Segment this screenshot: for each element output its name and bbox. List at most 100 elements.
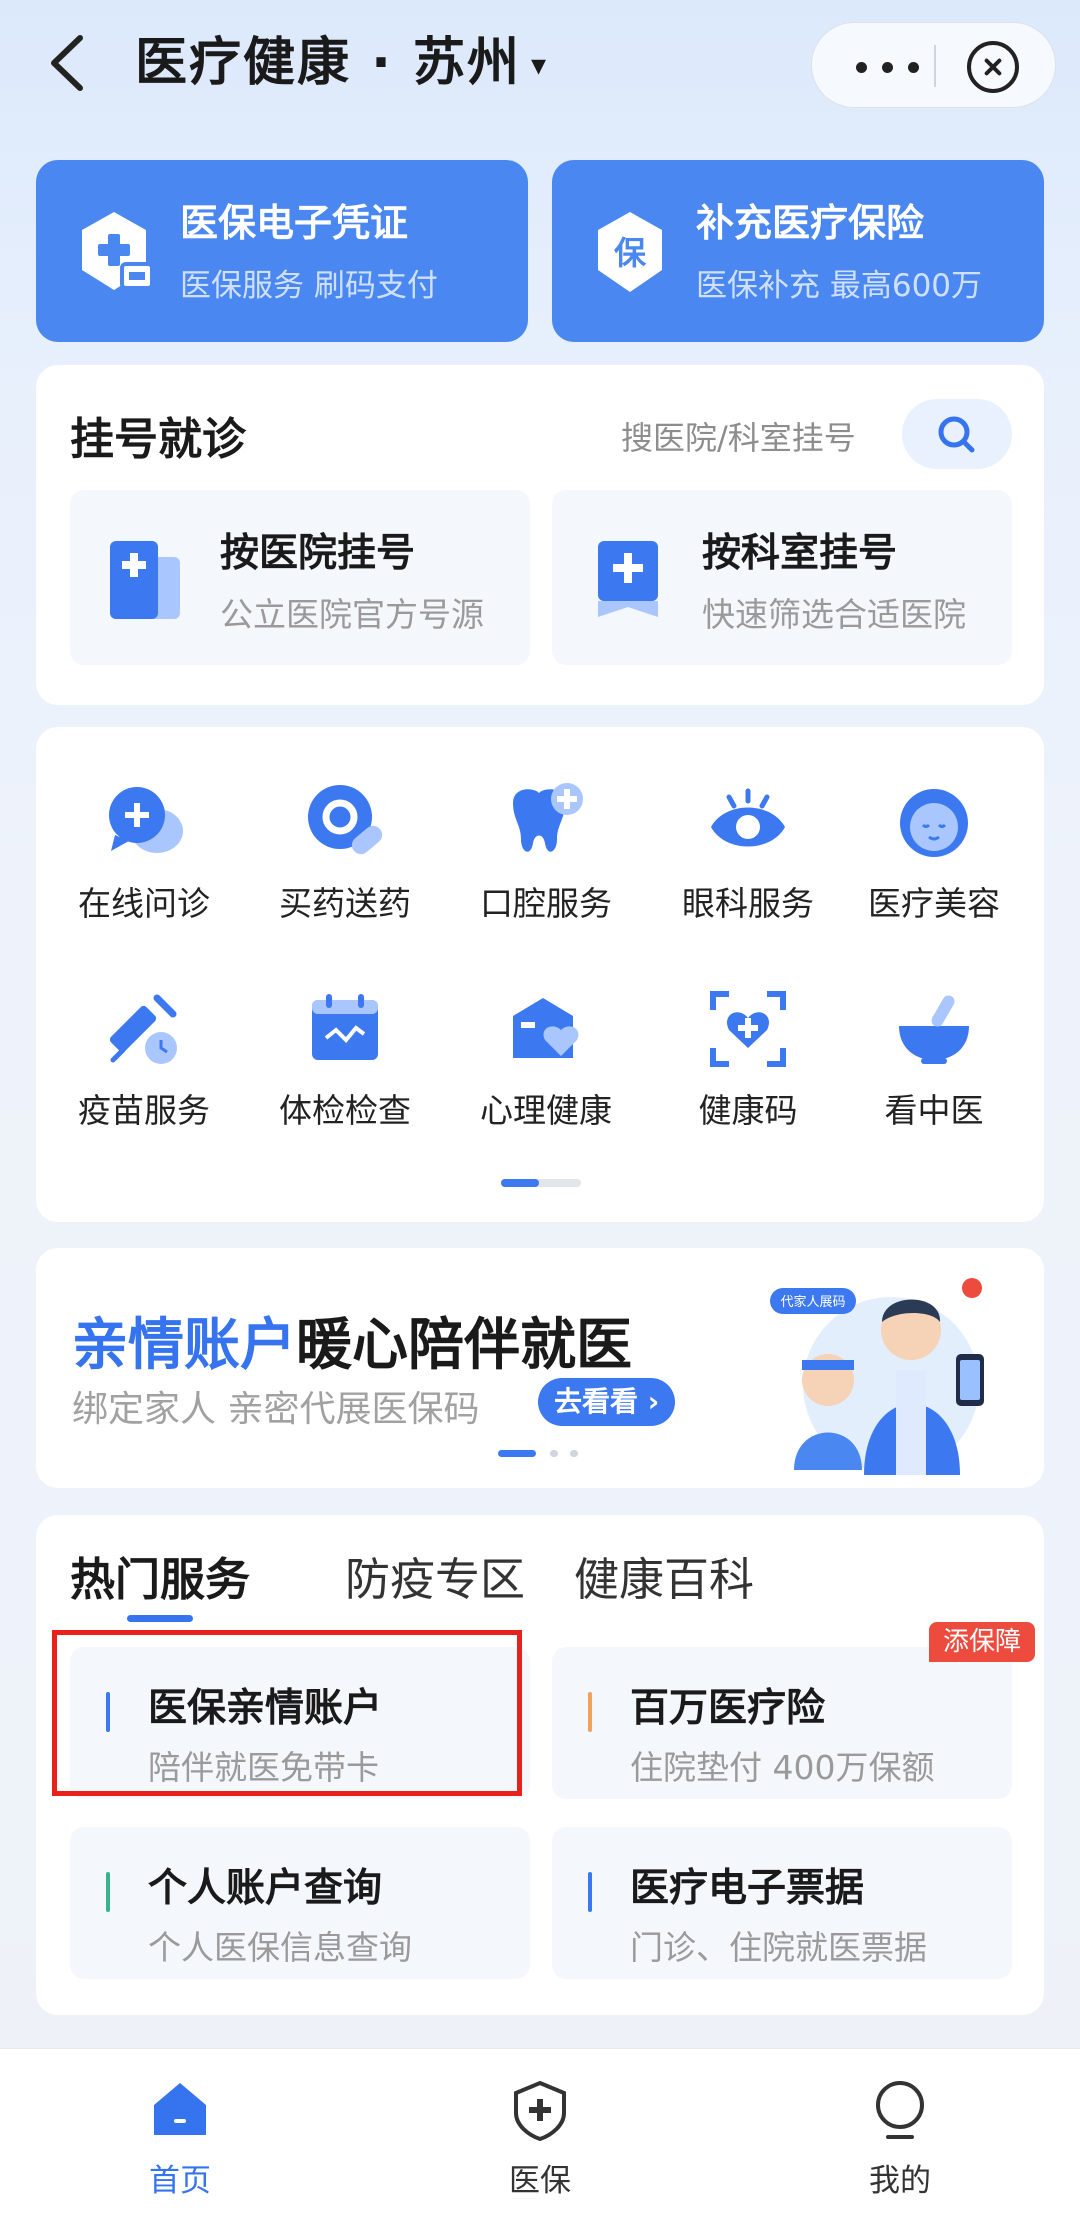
family-illustration: 代家人展码 [770, 1278, 984, 1475]
tab-label: 首页 [149, 2163, 211, 2199]
tab-epidemic-zone[interactable]: 防疫专区 [345, 1543, 525, 1608]
highlight-box [52, 1630, 522, 1796]
capsule-divider [934, 45, 936, 87]
hospital-icon [110, 541, 180, 619]
city-dropdown-caret-icon[interactable]: ▾ [531, 48, 548, 83]
promo-supplementary-insurance[interactable]: 保 补充医疗保险 医保补充 最高600万 [552, 160, 1044, 342]
home-icon [154, 2083, 206, 2135]
hot-item-title: 百万医疗险 [630, 1686, 826, 1731]
registration-search-placeholder[interactable]: 搜医院/科室挂号 [621, 413, 856, 459]
hot-item-title: 医疗电子票据 [630, 1866, 865, 1911]
banner-go-label: 去看看 [554, 1385, 639, 1418]
hot-item-million-medical-insurance[interactable]: 百万医疗险 住院垫付 400万保额 [552, 1647, 1012, 1799]
service-label: 疫苗服务 [78, 1091, 210, 1130]
service-label: 健康码 [698, 1091, 798, 1130]
page-title[interactable]: 医疗健康 · 苏州 ▾ [135, 28, 548, 101]
vaccine-icon [109, 994, 177, 1064]
mini-program-capsule [811, 22, 1056, 108]
registration-title: 挂号就诊 [70, 414, 246, 465]
medicine-icon [308, 785, 383, 855]
banner-title-rest: 暖心陪伴就医 [296, 1313, 632, 1378]
accent-bar [588, 1872, 592, 1912]
tab-medical-insurance[interactable]: 医保 [440, 2079, 640, 2209]
banner-page-indicator [498, 1450, 598, 1458]
back-arrow-icon[interactable] [40, 28, 100, 98]
accent-bar [106, 1872, 110, 1912]
register-by-hospital[interactable]: 按医院挂号 公立医院官方号源 [70, 490, 530, 665]
service-label: 体检检查 [279, 1091, 411, 1130]
service-label: 口腔服务 [480, 884, 612, 923]
service-physical-exam[interactable]: 体检检查 [255, 954, 435, 1134]
banner-title-highlight: 亲情账户 [72, 1313, 296, 1378]
shield-plus-icon [514, 2080, 566, 2141]
add-coverage-badge: 添保障 [929, 1622, 1036, 1662]
register-by-department-title: 按科室挂号 [702, 531, 898, 576]
tab-hot-services[interactable]: 热门服务 [70, 1543, 250, 1608]
illustration-tag-text: 代家人展码 [780, 1294, 845, 1310]
register-by-department[interactable]: 按科室挂号 快速筛选合适医院 [552, 490, 1012, 665]
chat-consult-icon [109, 787, 183, 853]
service-label: 买药送药 [279, 884, 411, 923]
top-bar: 医疗健康 · 苏州 ▾ [0, 0, 1080, 135]
bottom-tab-bar: 首页 医保 我的 [0, 2048, 1080, 2231]
search-button[interactable] [902, 399, 1012, 469]
service-buy-medicine[interactable]: 买药送药 [255, 747, 435, 927]
family-account-banner[interactable]: 亲情账户暖心陪伴就医 绑定家人 亲密代展医保码 去看看 › 代家人展码 [36, 1248, 1044, 1488]
page-title-text: 医疗健康 · 苏州 [135, 33, 521, 93]
service-label: 眼科服务 [682, 884, 814, 923]
service-label: 在线问诊 [78, 884, 210, 923]
service-vaccine[interactable]: 疫苗服务 [54, 954, 234, 1134]
tab-mine[interactable]: 我的 [800, 2079, 1000, 2209]
health-code-icon [710, 991, 786, 1067]
service-label: 医疗美容 [868, 884, 1000, 923]
promo-medical-e-card[interactable]: 医保电子凭证 医保服务 刷码支付 [36, 160, 528, 342]
service-online-consult[interactable]: 在线问诊 [54, 747, 234, 927]
tab-health-wiki[interactable]: 健康百科 [574, 1543, 754, 1608]
search-icon [938, 416, 975, 453]
register-by-hospital-title: 按医院挂号 [220, 531, 416, 576]
face-icon [900, 789, 968, 857]
chevron-right-icon: › [647, 1385, 660, 1418]
eye-icon [711, 788, 785, 847]
heart-box-icon [513, 998, 579, 1058]
tooth-icon [513, 783, 583, 852]
tab-home[interactable]: 首页 [80, 2079, 280, 2209]
close-icon[interactable] [967, 41, 1019, 93]
services-page-indicator [501, 1179, 581, 1187]
service-ophthalmology[interactable]: 眼科服务 [658, 747, 838, 927]
active-tab-underline [127, 1615, 193, 1622]
calendar-checkup-icon [312, 994, 378, 1060]
services-grid-card: 在线问诊 买药送药 口腔服务 眼科服务 医疗美容 疫苗服务 体检检查 心理健康 … [36, 727, 1044, 1222]
more-options-icon[interactable] [848, 41, 928, 91]
promo-subtitle: 医保补充 最高600万 [696, 268, 983, 304]
service-tcm[interactable]: 看中医 [844, 954, 1024, 1134]
hot-item-title: 个人账户查询 [148, 1866, 383, 1911]
hot-item-subtitle: 门诊、住院就医票据 [630, 1928, 927, 1967]
insurance-icon-text: 保 [614, 234, 647, 272]
service-dental[interactable]: 口腔服务 [456, 747, 636, 927]
promo-title: 医保电子凭证 [180, 201, 409, 245]
tab-label: 医保 [509, 2163, 571, 2199]
hot-item-subtitle: 个人医保信息查询 [148, 1928, 412, 1967]
promo-title: 补充医疗保险 [696, 201, 925, 245]
banner-title: 亲情账户暖心陪伴就医 [72, 1300, 632, 1381]
hot-item-e-receipt[interactable]: 医疗电子票据 门诊、住院就医票据 [552, 1827, 1012, 1979]
banner-subtitle: 绑定家人 亲密代展医保码 [72, 1389, 480, 1430]
register-by-hospital-subtitle: 公立医院官方号源 [220, 595, 484, 634]
accent-bar [588, 1692, 592, 1732]
mortar-icon [899, 995, 969, 1064]
service-mental-health[interactable]: 心理健康 [456, 954, 636, 1134]
service-label: 心理健康 [480, 1091, 612, 1130]
tab-label: 我的 [869, 2163, 931, 2199]
medical-card-icon [82, 212, 154, 290]
service-health-code[interactable]: 健康码 [658, 954, 838, 1134]
banner-go-button[interactable]: 去看看 › [538, 1378, 676, 1426]
service-label: 看中医 [884, 1091, 984, 1130]
department-icon [598, 541, 658, 617]
hot-item-personal-account-query[interactable]: 个人账户查询 个人医保信息查询 [70, 1827, 530, 1979]
register-by-department-subtitle: 快速筛选合适医院 [702, 595, 966, 634]
profile-icon [876, 2081, 924, 2139]
hot-item-subtitle: 住院垫付 400万保额 [630, 1748, 935, 1787]
service-medical-beauty[interactable]: 医疗美容 [844, 747, 1024, 927]
promo-subtitle: 医保服务 刷码支付 [180, 268, 438, 304]
